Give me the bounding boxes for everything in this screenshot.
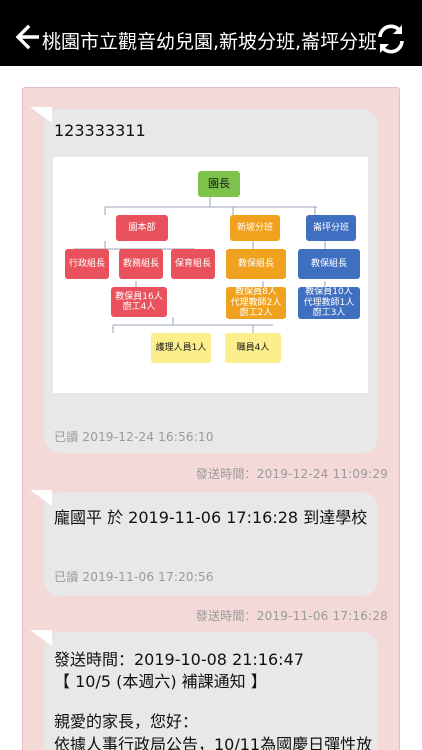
top-bar: 桃園市立觀音幼兒園,新坡分班,崙坪分班 — [0, 0, 422, 66]
org-node-group: 教務組長 — [119, 249, 163, 279]
org-node-support: 職員4人 — [225, 333, 281, 363]
org-node-staff-line: 教保員8人 — [235, 287, 277, 298]
message-line: 【 10/5 (本週六) 補課通知 】 — [54, 672, 267, 691]
message-text: 龐國平 於 2019-11-06 17:16:28 到達學校 — [54, 508, 368, 527]
org-node-staff-line: 廚工4人 — [122, 302, 156, 312]
bubble-corner-icon — [30, 107, 52, 123]
org-node-branch: 園本部 — [116, 215, 168, 241]
org-node-staff: 教保員8人 代理教師2人 廚工2人 — [226, 287, 286, 319]
arrow-left-icon[interactable] — [14, 24, 40, 50]
org-node-staff-line: 教保員16人 — [115, 291, 163, 302]
org-node-branch: 崙坪分班 — [306, 215, 356, 241]
org-node-staff: 教保員16人 廚工4人 — [111, 287, 167, 317]
org-node-staff-line: 教保員10人 — [305, 287, 353, 298]
org-node-staff-line: 廚工2人 — [239, 308, 273, 319]
refresh-icon[interactable] — [374, 22, 408, 56]
message-line: 依據人事行政局公告，10/11為國慶日彈性放 — [54, 735, 373, 750]
org-node-group: 行政組長 — [65, 249, 109, 279]
org-chart-image[interactable]: 園長 園本部 新坡分班 崙坪分班 行政組長 教務組長 保育組長 教保組長 教保組… — [53, 157, 368, 393]
org-node-principal: 園長 — [198, 171, 240, 197]
bubble-corner-icon — [30, 490, 52, 506]
sent-time: 發送時間：2019-11-06 17:16:28 — [195, 609, 388, 623]
org-node-staff-line: 廚工3人 — [312, 308, 346, 319]
message-bubble[interactable]: 龐國平 於 2019-11-06 17:16:28 到達學校 已讀 2019-1… — [30, 490, 378, 596]
read-receipt: 已讀 2019-12-24 16:56:10 — [54, 430, 214, 444]
org-node-staff-line: 代理教師2人 — [230, 297, 282, 308]
message-line: 發送時間：2019-10-08 21:16:47 — [54, 650, 304, 669]
message-bubble[interactable]: 發送時間：2019-10-08 21:16:47 【 10/5 (本週六) 補課… — [30, 630, 378, 750]
message-bubble[interactable]: 123333311 園長 園本部 新坡分班 崙坪分班 行政組長 教務組長 保育組… — [30, 107, 378, 453]
message-line: 親愛的家長，您好： — [54, 712, 199, 731]
org-node-group: 教保組長 — [298, 249, 360, 279]
read-receipt: 已讀 2019-11-06 17:20:56 — [54, 570, 214, 584]
org-node-staff-line: 代理教師1人 — [303, 297, 355, 308]
message-text: 123333311 — [54, 121, 146, 140]
org-node-branch: 新坡分班 — [230, 215, 280, 241]
page-title: 桃園市立觀音幼兒園,新坡分班,崙坪分班 — [42, 31, 376, 53]
org-node-group: 教保組長 — [226, 249, 286, 279]
sent-time: 發送時間：2019-12-24 11:09:29 — [195, 467, 388, 481]
bubble-corner-icon — [30, 630, 52, 646]
org-node-support: 護理人員1人 — [151, 333, 211, 363]
org-node-group: 保育組長 — [171, 249, 215, 279]
org-node-staff: 教保員10人 代理教師1人 廚工3人 — [298, 287, 360, 319]
